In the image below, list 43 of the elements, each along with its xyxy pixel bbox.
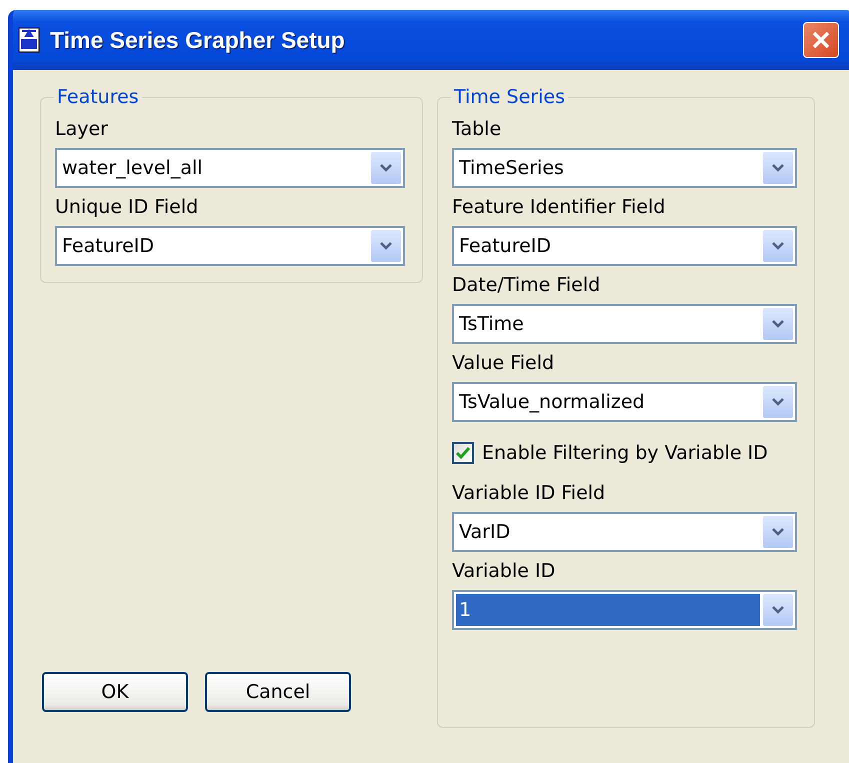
field-label: Variable ID (452, 560, 556, 582)
dropdown[interactable]: water_level_all (55, 148, 405, 188)
chevron-down-icon[interactable] (763, 516, 793, 548)
chevron-down-icon[interactable] (763, 308, 793, 340)
dropdown-value: water_level_all (61, 156, 204, 181)
dropdown-value: VarID (458, 520, 512, 545)
checkmark-icon (456, 447, 470, 459)
field-label: Unique ID Field (55, 196, 200, 218)
dropdown-value: FeatureID (458, 234, 552, 259)
dropdown[interactable]: FeatureID (55, 226, 405, 266)
dropdown[interactable]: 1 (452, 590, 797, 630)
field-label: Variable ID Field (452, 482, 606, 504)
chevron-down-icon[interactable] (763, 594, 793, 626)
dropdown-value: TsTime (458, 312, 525, 337)
window-title: Time Series Grapher Setup (50, 26, 346, 54)
field-label: Date/Time Field (452, 274, 602, 296)
checkbox[interactable] (452, 442, 474, 464)
dropdown[interactable]: VarID (452, 512, 797, 552)
group-title: Features (56, 86, 140, 108)
dialog-button[interactable]: Cancel (205, 672, 351, 712)
group-title: Time Series (453, 86, 566, 108)
field-label: Table (452, 118, 502, 140)
chevron-down-icon[interactable] (763, 152, 793, 184)
checkbox-label: Enable Filtering by Variable ID (482, 442, 768, 464)
close-button[interactable] (803, 22, 839, 58)
dropdown[interactable]: TsValue_normalized (452, 382, 797, 422)
field-label: Value Field (452, 352, 556, 374)
dropdown[interactable]: TsTime (452, 304, 797, 344)
chevron-down-icon[interactable] (371, 152, 401, 184)
dialog-button[interactable]: OK (42, 672, 188, 712)
dropdown[interactable]: TimeSeries (452, 148, 797, 188)
chevron-down-icon[interactable] (763, 386, 793, 418)
dropdown-value: TsValue_normalized (458, 390, 646, 415)
close-icon[interactable] (811, 30, 831, 50)
dropdown-value: FeatureID (61, 234, 156, 259)
dropdown[interactable]: FeatureID (452, 226, 797, 266)
chevron-down-icon[interactable] (371, 230, 401, 262)
chevron-down-icon[interactable] (763, 230, 793, 262)
app-icon (18, 27, 40, 53)
dropdown-value: TimeSeries (458, 156, 565, 181)
field-label: Feature Identifier Field (452, 196, 666, 218)
field-label: Layer (55, 118, 109, 140)
dropdown-value: 1 (456, 594, 760, 626)
